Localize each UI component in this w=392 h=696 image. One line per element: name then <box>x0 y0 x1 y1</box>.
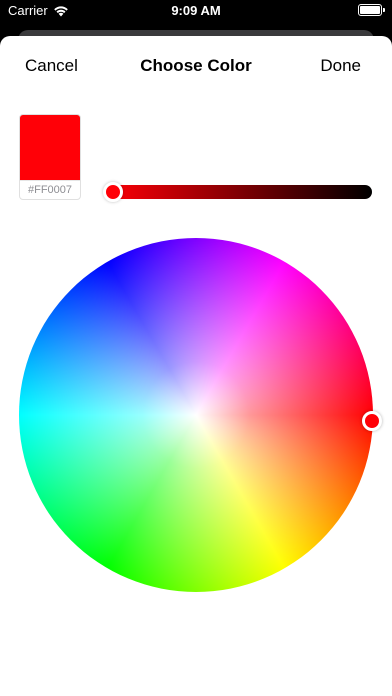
brightness-slider-thumb[interactable] <box>103 182 123 202</box>
color-wheel[interactable] <box>19 238 382 592</box>
brightness-slider[interactable] <box>103 182 372 202</box>
color-wheel-saturation <box>19 238 373 592</box>
battery-icon <box>358 4 385 16</box>
navigation-bar: Cancel Choose Color Done <box>0 36 392 94</box>
hex-value-label: #FF0007 <box>20 180 80 199</box>
status-time: 9:09 AM <box>171 3 221 18</box>
color-picker-sheet: Cancel Choose Color Done #FF0007 <box>0 36 392 696</box>
selected-color-preview: #FF0007 <box>19 114 81 200</box>
color-wheel-thumb[interactable] <box>362 411 382 432</box>
color-swatch <box>20 115 80 180</box>
status-bar: Carrier 9:09 AM <box>0 0 392 22</box>
status-right <box>358 4 385 16</box>
done-button[interactable]: Done <box>320 56 361 76</box>
battery-level <box>360 6 380 14</box>
